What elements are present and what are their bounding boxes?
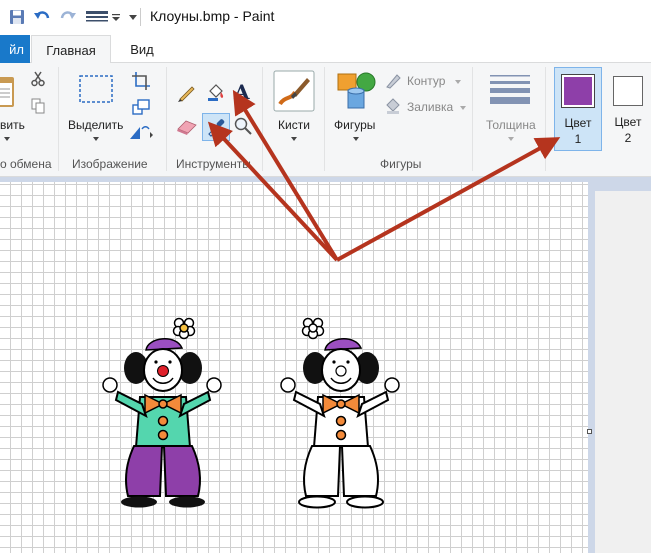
drawing-canvas[interactable] [0,182,588,553]
group-separator [324,67,325,171]
outline-dropdown-caret[interactable] [455,80,461,84]
color2-button[interactable]: Цвет 2 [606,67,651,151]
resize-icon[interactable] [130,96,152,118]
brushes-button-label[interactable]: Кисти [278,118,310,132]
color-picker-icon[interactable] [202,113,230,141]
fill-dropdown-caret[interactable] [460,106,466,110]
color1-button[interactable]: Цвет 1 [554,67,602,151]
window-title: Клоуны.bmp - Paint [150,8,275,24]
workspace-background [595,191,651,553]
brushes-icon[interactable] [273,70,315,112]
color1-swatch [561,74,595,108]
tools-group-label: Инструменты [176,157,251,171]
group-separator [166,67,167,171]
color1-label-line1: Цвет [564,116,592,130]
group-separator [545,67,546,171]
save-icon[interactable] [6,6,28,28]
customize-qat-icon[interactable] [128,6,138,28]
copy-icon[interactable] [27,95,49,117]
fill-icon[interactable] [384,96,404,116]
select-dropdown-caret[interactable] [93,137,99,141]
undo-icon[interactable] [31,6,53,28]
color2-swatch [613,76,643,106]
redo-icon[interactable] [57,6,79,28]
cut-icon[interactable] [27,68,49,90]
outline-icon[interactable] [384,70,404,90]
group-separator [472,67,473,171]
ribbon-tabs: йл Главная Вид [0,33,651,64]
chevron-down-icon[interactable] [109,6,123,28]
clipboard-group-label: о обмена [0,157,52,171]
canvas-area [0,177,651,553]
line-size-qat-icon[interactable] [84,6,110,28]
tab-home[interactable]: Главная [31,35,111,64]
paste-dropdown-caret[interactable] [4,137,10,141]
tab-view[interactable]: Вид [120,35,164,63]
shapes-group-label: Фигуры [380,157,422,171]
color2-label-line2: 2 [624,131,632,145]
fill-bucket-icon[interactable] [205,81,227,103]
line-size-icon[interactable] [488,71,532,107]
shapes-icon[interactable] [336,70,378,112]
pencil-icon[interactable] [176,81,198,103]
svg-text:A: A [233,81,250,101]
outline-button-label[interactable]: Контур [407,74,445,88]
color1-label-line2: 1 [574,132,582,146]
size-dropdown-caret[interactable] [508,137,514,141]
group-separator [262,67,263,171]
text-icon[interactable]: A [232,80,254,102]
title-separator [140,8,141,26]
select-icon[interactable] [78,71,114,107]
select-button-label[interactable]: Выделить [68,118,123,132]
clown-colored [102,317,222,508]
shapes-dropdown-caret[interactable] [353,137,359,141]
eraser-icon[interactable] [176,116,198,138]
paste-icon[interactable] [0,73,16,111]
group-separator [58,67,59,171]
paste-button-label[interactable]: вить [0,118,25,132]
ribbon: вить о обмена Выделить Изображение A Инс… [0,63,651,177]
size-button-label[interactable]: Толщина [486,118,536,132]
tab-file[interactable]: йл [0,35,30,63]
rotate-icon[interactable] [127,121,157,143]
clown-outline [280,317,400,509]
title-bar: Клоуны.bmp - Paint [0,0,651,33]
image-group-label: Изображение [72,157,148,171]
brushes-dropdown-caret[interactable] [291,137,297,141]
shapes-button-label[interactable]: Фигуры [334,118,375,132]
magnifier-icon[interactable] [232,115,254,137]
color2-label-line1: Цвет [614,115,642,129]
crop-icon[interactable] [130,70,152,92]
fill-button-label[interactable]: Заливка [407,100,453,114]
